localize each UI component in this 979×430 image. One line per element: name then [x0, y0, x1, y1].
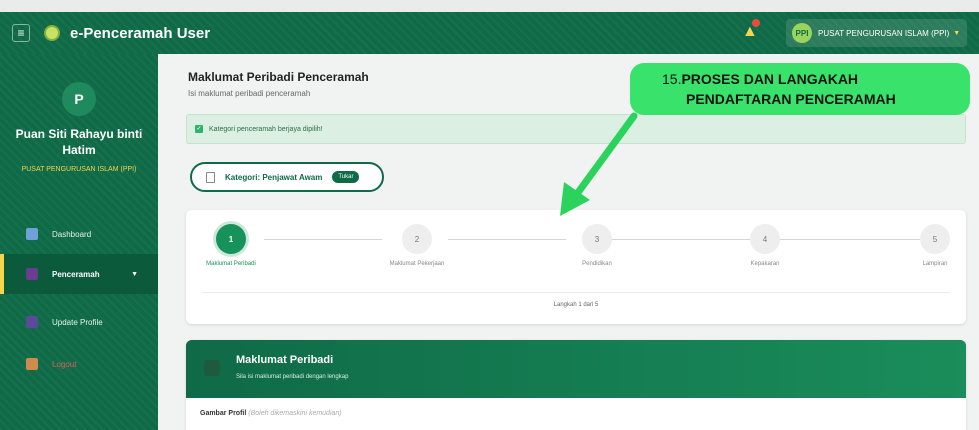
avatar: P: [62, 82, 96, 116]
sidebar-user-name: Puan Siti Rahayu binti Hatim: [0, 126, 158, 158]
logout-icon: [26, 358, 38, 370]
step-label: Pendidikan: [582, 261, 612, 267]
chevron-down-icon: ▼: [131, 270, 138, 278]
profile-photo-label: Gambar Profil (Boleh dikemaskini kemudia…: [200, 410, 342, 417]
stepper-card: 1 2 3 4 5 Maklumat Peribadi Maklumat Pek…: [186, 210, 966, 324]
step-4[interactable]: 4: [750, 224, 780, 254]
callout-line2: PENDAFTARAN PENCERAMAH: [686, 91, 896, 107]
step-label: Maklumat Peribadi: [206, 261, 256, 267]
user-menu-button[interactable]: PPI PUSAT PENGURUSAN ISLAM (PPI) ▼: [786, 19, 967, 47]
sidebar-user-name-line2: Hatim: [62, 143, 96, 157]
change-category-button[interactable]: Tukar: [332, 171, 360, 183]
sidebar-item-penceramah[interactable]: Penceramah ▼: [0, 254, 158, 294]
sidebar-item-label: Penceramah: [52, 269, 100, 279]
step-1[interactable]: 1: [216, 224, 246, 254]
field-label-text: Gambar Profil: [200, 410, 247, 417]
category-pill: Kategori: Penjawat Awam Tukar: [190, 162, 384, 192]
step-label: Lampiran: [922, 261, 948, 267]
users-icon: [26, 268, 38, 280]
dashboard-icon: [26, 228, 38, 240]
sidebar-user-name-line1: Puan Siti Rahayu binti: [15, 127, 143, 141]
top-navbar: ≡ e-Penceramah User ▲ PPI PUSAT PENGURUS…: [0, 12, 979, 54]
page-subtitle: Isi maklumat peribadi penceramah: [188, 89, 311, 98]
step-label: Maklumat Pekerjaan: [389, 261, 445, 267]
sidebar-user-org: PUSAT PENGURUSAN ISLAM (PPI): [21, 166, 137, 173]
menu-icon[interactable]: ≡: [12, 24, 30, 42]
section-title: Maklumat Peribadi: [236, 354, 334, 366]
annotation-callout: 15.PROSES DAN LANGAKAH PENDAFTARAN PENCE…: [630, 63, 970, 115]
step-2[interactable]: 2: [402, 224, 432, 254]
step-connector: [264, 239, 382, 240]
top-strip: [0, 0, 979, 12]
sidebar: P Puan Siti Rahayu binti Hatim PUSAT PEN…: [0, 54, 158, 430]
step-connector: [448, 239, 566, 240]
app-title: e-Penceramah User: [70, 24, 211, 42]
sidebar-item-label: Update Profile: [52, 317, 103, 327]
section-subtitle: Sila isi maklumat peribadi dengan lengka…: [236, 374, 349, 380]
divider: [202, 292, 950, 293]
sidebar-item-logout[interactable]: Logout: [0, 344, 158, 384]
alert-text: Kategori penceramah berjaya dipilih!: [209, 125, 323, 133]
user-icon: [26, 316, 38, 328]
field-hint: (Boleh dikemaskini kemudian): [248, 410, 342, 417]
sidebar-item-dashboard[interactable]: Dashboard: [0, 214, 158, 254]
step-5[interactable]: 5: [920, 224, 950, 254]
sidebar-item-label: Dashboard: [52, 229, 92, 239]
notification-badge: [752, 19, 760, 27]
section-header: Maklumat Peribadi Sila isi maklumat peri…: [186, 340, 966, 398]
user-icon: [204, 360, 220, 376]
step-connector: [612, 239, 760, 240]
check-icon: ✓: [195, 125, 203, 133]
sidebar-item-label: Logout: [52, 359, 77, 369]
step-connector: [780, 239, 928, 240]
app-logo: [44, 25, 60, 41]
step-count: Langkah 1 dari 5: [553, 302, 599, 308]
page-title: Maklumat Peribadi Penceramah: [188, 70, 369, 84]
chevron-down-icon: ▼: [953, 29, 961, 37]
document-icon: [206, 171, 215, 183]
step-label: Kepakaran: [750, 261, 780, 267]
callout-number: 15.: [662, 71, 682, 87]
sidebar-item-update-profile[interactable]: Update Profile: [0, 302, 158, 342]
callout-line1: PROSES DAN LANGAKAH: [681, 71, 859, 87]
step-3[interactable]: 3: [582, 224, 612, 254]
user-org-label: PUSAT PENGURUSAN ISLAM (PPI): [818, 28, 950, 38]
annotation-arrow-icon: [560, 112, 638, 216]
user-avatar: PPI: [792, 23, 812, 43]
personal-info-section: Maklumat Peribadi Sila isi maklumat peri…: [186, 340, 966, 430]
category-label: Kategori: Penjawat Awam: [225, 172, 323, 182]
